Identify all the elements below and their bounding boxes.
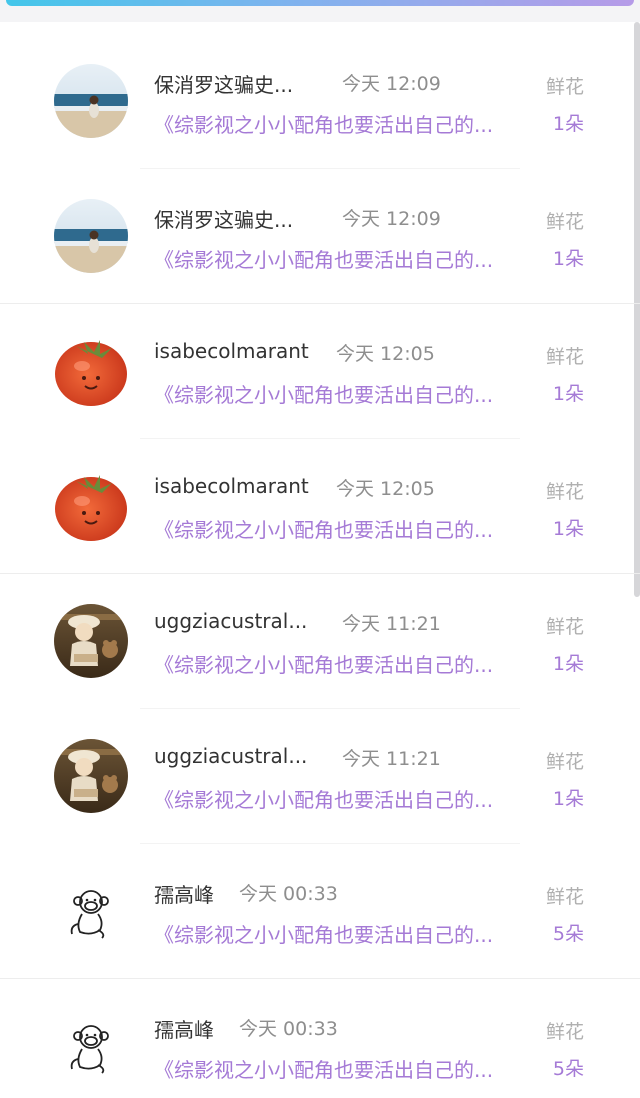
tomato-icon[interactable] [54,334,128,408]
gift-type: 鲜花 [545,616,584,638]
list-item[interactable]: uggziacustral... 今天 11:21 鲜花 《综影视之小小配角也要… [0,574,640,709]
gift-time: 今天 00:33 [239,1018,338,1040]
gift-time: 今天 00:33 [239,883,338,905]
gift-type: 鲜花 [545,1021,584,1043]
gift-count: 1朵 [552,383,584,405]
book-title-link[interactable]: 《综影视之小小配角也要活出自己的... [154,1054,534,1083]
gift-type: 鲜花 [545,481,584,503]
flower-gift-list: 保消罗这骗史... 今天 12:09 鲜花 《综影视之小小配角也要活出自己的..… [0,34,640,1098]
user-name: isabecolmarant [154,339,309,363]
user-name: uggziacustral... [154,744,308,768]
book-title-link[interactable]: 《综影视之小小配角也要活出自己的... [154,244,534,273]
gift-time: 今天 12:09 [342,73,441,95]
gift-type: 鲜花 [545,751,584,773]
gift-count: 1朵 [552,248,584,270]
book-title-link[interactable]: 《综影视之小小配角也要活出自己的... [154,109,534,138]
gift-count: 5朵 [552,923,584,945]
tomato-icon[interactable] [54,469,128,543]
list-item[interactable]: 保消罗这骗史... 今天 12:09 鲜花 《综影视之小小配角也要活出自己的..… [0,34,640,169]
gift-count: 5朵 [552,1058,584,1080]
user-name: 保消罗这骗史... [154,73,294,97]
monkey-icon[interactable] [54,1009,128,1083]
top-gradient-bar [6,0,634,6]
list-item[interactable]: 孺高峰 今天 00:33 鲜花 《综影视之小小配角也要活出自己的... 5朵 [0,844,640,979]
gift-type: 鲜花 [545,211,584,233]
doll-icon[interactable] [54,604,128,678]
user-name: uggziacustral... [154,609,308,633]
book-title-link[interactable]: 《综影视之小小配角也要活出自己的... [154,649,534,678]
beach-icon[interactable] [54,64,128,138]
list-item[interactable]: 孺高峰 今天 00:33 鲜花 《综影视之小小配角也要活出自己的... 5朵 [0,979,640,1098]
list-item[interactable]: 保消罗这骗史... 今天 12:09 鲜花 《综影视之小小配角也要活出自己的..… [0,169,640,304]
monkey-icon[interactable] [54,874,128,948]
gift-count: 1朵 [552,788,584,810]
book-title-link[interactable]: 《综影视之小小配角也要活出自己的... [154,379,534,408]
gift-type: 鲜花 [545,346,584,368]
gift-time: 今天 12:09 [342,208,441,230]
gift-time: 今天 11:21 [342,748,441,770]
user-name: 孺高峰 [154,1018,214,1042]
gift-count: 1朵 [552,653,584,675]
book-title-link[interactable]: 《综影视之小小配角也要活出自己的... [154,514,534,543]
user-name: isabecolmarant [154,474,309,498]
book-title-link[interactable]: 《综影视之小小配角也要活出自己的... [154,919,534,948]
gift-count: 1朵 [552,113,584,135]
gift-time: 今天 12:05 [336,478,435,500]
gift-time: 今天 12:05 [336,343,435,365]
book-title-link[interactable]: 《综影视之小小配角也要活出自己的... [154,784,534,813]
gift-count: 1朵 [552,518,584,540]
doll-icon[interactable] [54,739,128,813]
list-item[interactable]: isabecolmarant 今天 12:05 鲜花 《综影视之小小配角也要活出… [0,439,640,574]
beach-icon[interactable] [54,199,128,273]
user-name: 孺高峰 [154,883,214,907]
gift-type: 鲜花 [545,76,584,98]
gift-time: 今天 11:21 [342,613,441,635]
list-item[interactable]: uggziacustral... 今天 11:21 鲜花 《综影视之小小配角也要… [0,709,640,844]
user-name: 保消罗这骗史... [154,208,294,232]
gift-type: 鲜花 [545,886,584,908]
list-item[interactable]: isabecolmarant 今天 12:05 鲜花 《综影视之小小配角也要活出… [0,304,640,439]
